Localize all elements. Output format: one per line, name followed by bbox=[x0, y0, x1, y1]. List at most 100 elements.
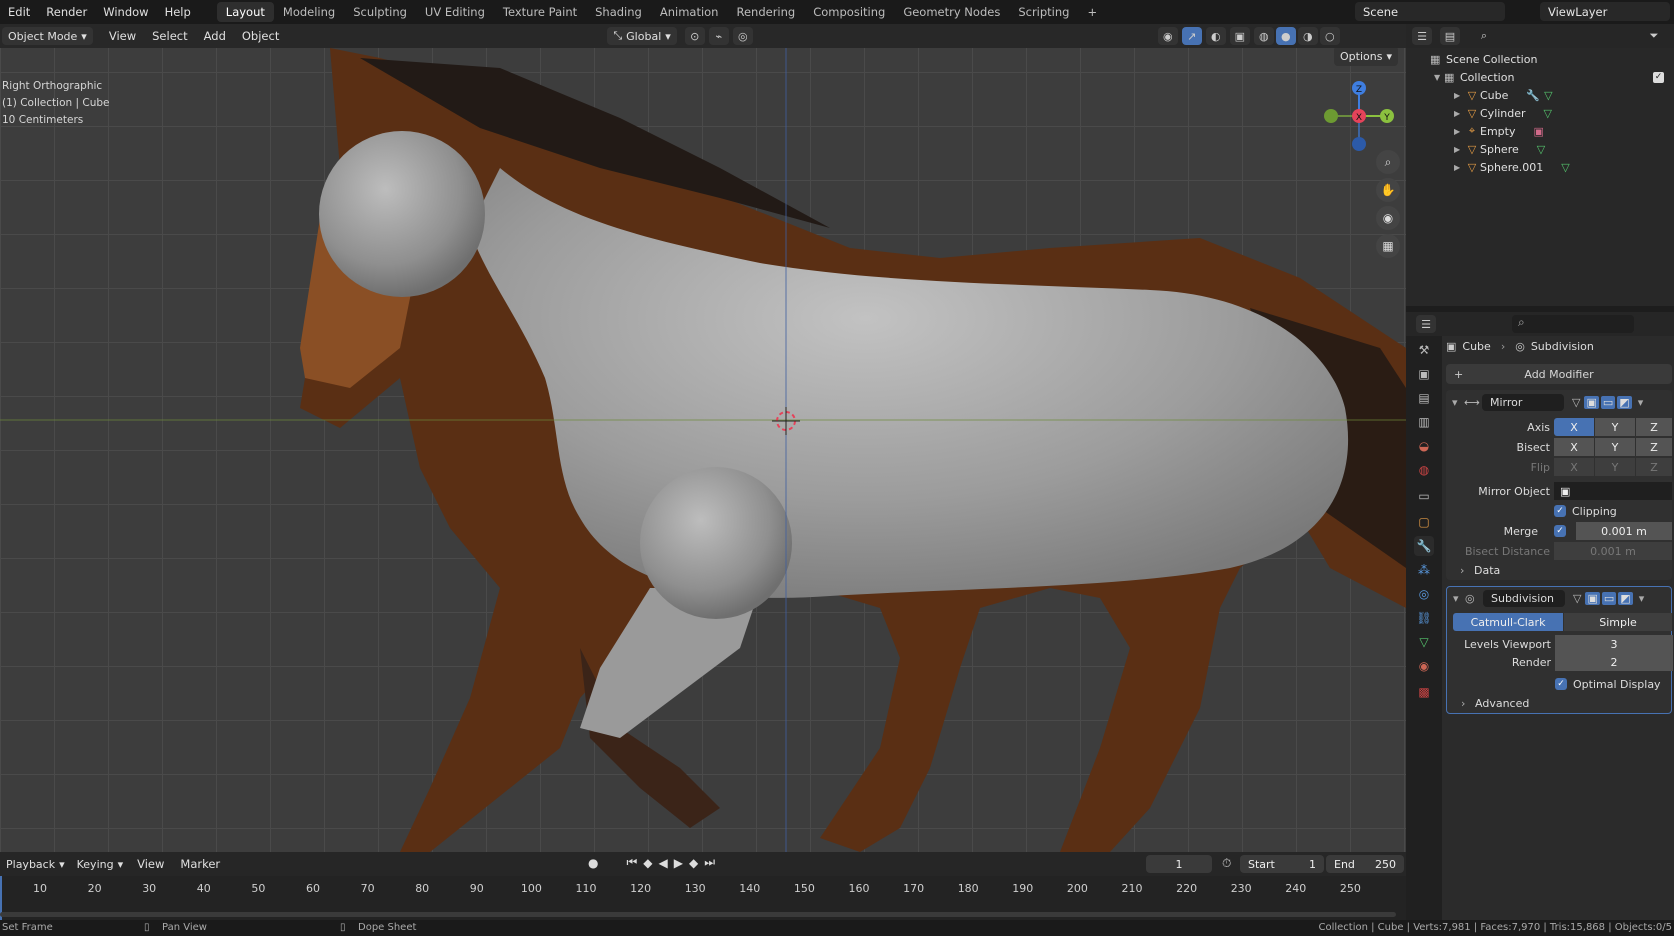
view-layer-selector[interactable]: ViewLayer bbox=[1540, 2, 1670, 21]
dropdown-icon[interactable]: ▾ bbox=[1638, 396, 1644, 409]
expand-icon[interactable]: ▶ bbox=[1454, 163, 1464, 172]
pivot-icon[interactable]: ⊙ bbox=[684, 27, 705, 45]
chevron-down-icon[interactable]: ▾ bbox=[1452, 396, 1464, 409]
menu-help[interactable]: Help bbox=[157, 5, 199, 19]
subdivision-name-field[interactable]: Subdivision bbox=[1483, 589, 1565, 607]
snap-icon[interactable]: ⌁ bbox=[708, 27, 729, 45]
mirror-name-field[interactable]: Mirror bbox=[1482, 393, 1564, 411]
outliner-item-sphere-001[interactable]: ▶ ▽ Sphere.001 ▽ bbox=[1454, 158, 1570, 176]
flip-z-toggle[interactable]: Z bbox=[1636, 458, 1672, 476]
grid-view-icon[interactable]: ▦ bbox=[1376, 234, 1400, 258]
checkbox-icon[interactable]: ✓ bbox=[1653, 71, 1664, 83]
timeline-view-menu[interactable]: View bbox=[129, 857, 172, 871]
tab-animation[interactable]: Animation bbox=[651, 2, 728, 22]
outliner-item-sphere[interactable]: ▶ ▽ Sphere ▽ bbox=[1454, 140, 1545, 158]
material-tab-icon[interactable]: ◉ bbox=[1414, 656, 1434, 676]
menu-edit[interactable]: Edit bbox=[0, 5, 38, 19]
dropdown-icon[interactable]: ▾ bbox=[1639, 592, 1645, 605]
menu-add[interactable]: Add bbox=[196, 29, 234, 43]
physics-tab-icon[interactable]: ◎ bbox=[1414, 584, 1434, 604]
bisect-distance-field[interactable]: 0.001 m bbox=[1554, 542, 1672, 560]
next-keyframe-icon[interactable]: ◆ bbox=[689, 856, 698, 870]
checkbox-icon[interactable]: ✓ bbox=[1554, 505, 1566, 517]
scene-selector[interactable]: Scene bbox=[1355, 2, 1505, 21]
playback-menu[interactable]: Playback ▾ bbox=[0, 855, 71, 873]
editor-type-icon[interactable]: ☰ bbox=[1412, 27, 1432, 45]
render-display-icon[interactable]: ◩ bbox=[1618, 591, 1633, 605]
view-layer-tab-icon[interactable]: ▥ bbox=[1414, 412, 1434, 432]
outliner-item-cylinder[interactable]: ▶ ▽ Cylinder ▽ bbox=[1454, 104, 1552, 122]
tab-modeling[interactable]: Modeling bbox=[274, 2, 344, 22]
mode-dropdown[interactable]: Object Mode ▾ bbox=[2, 27, 93, 45]
bisect-y-toggle[interactable]: Y bbox=[1595, 438, 1635, 456]
record-icon[interactable]: ● bbox=[588, 856, 598, 870]
tool-tab-icon[interactable]: ⚒ bbox=[1414, 340, 1434, 360]
keying-menu[interactable]: Keying ▾ bbox=[71, 855, 129, 873]
pan-hand-icon[interactable]: ✋ bbox=[1376, 178, 1400, 202]
axis-z-toggle[interactable]: Z bbox=[1636, 418, 1672, 436]
bisect-x-toggle[interactable]: X bbox=[1554, 438, 1594, 456]
on-cage-icon[interactable]: ▣ bbox=[1584, 395, 1599, 409]
axis-y-toggle[interactable]: Y bbox=[1595, 418, 1635, 436]
advanced-subpanel-toggle[interactable]: › Advanced bbox=[1461, 695, 1529, 711]
menu-select[interactable]: Select bbox=[144, 29, 195, 43]
solid-shading-icon[interactable]: ● bbox=[1275, 27, 1296, 45]
menu-render[interactable]: Render bbox=[38, 5, 95, 19]
add-workspace-button[interactable]: + bbox=[1078, 2, 1106, 22]
flip-y-toggle[interactable]: Y bbox=[1595, 458, 1635, 476]
tab-uv-editing[interactable]: UV Editing bbox=[416, 2, 494, 22]
output-tab-icon[interactable]: ▤ bbox=[1414, 388, 1434, 408]
tab-texture-paint[interactable]: Texture Paint bbox=[494, 2, 586, 22]
zoom-icon[interactable]: ⌕ bbox=[1376, 150, 1400, 174]
bisect-z-toggle[interactable]: Z bbox=[1636, 438, 1672, 456]
clipping-checkbox[interactable]: ✓ Clipping bbox=[1554, 502, 1617, 520]
material-shading-icon[interactable]: ◑ bbox=[1297, 27, 1318, 45]
world-tab-icon[interactable]: ◍ bbox=[1414, 460, 1434, 480]
data-subpanel-toggle[interactable]: › Data bbox=[1460, 562, 1500, 578]
collection-tab-icon[interactable]: ▭ bbox=[1414, 486, 1434, 506]
outliner-item-cube[interactable]: ▶ ▽ Cube 🔧 ▽ bbox=[1454, 86, 1553, 104]
menu-object[interactable]: Object bbox=[234, 29, 287, 43]
edit-mode-icon[interactable]: ▽ bbox=[1572, 396, 1580, 409]
tab-shading[interactable]: Shading bbox=[586, 2, 651, 22]
tab-rendering[interactable]: Rendering bbox=[727, 2, 804, 22]
menu-window[interactable]: Window bbox=[95, 5, 156, 19]
merge-distance-field[interactable]: 0.001 m bbox=[1576, 522, 1672, 540]
levels-viewport-field[interactable]: 3 bbox=[1555, 635, 1673, 653]
play-icon[interactable]: ▶ bbox=[674, 856, 683, 870]
filter-icon[interactable]: ⏷ bbox=[1644, 27, 1664, 45]
end-frame-field[interactable]: End 250 bbox=[1326, 855, 1404, 873]
checkbox-icon[interactable]: ✓ bbox=[1555, 678, 1567, 690]
expand-icon[interactable]: ▶ bbox=[1454, 91, 1464, 100]
timeline-scrollbar[interactable] bbox=[0, 912, 1396, 917]
tab-geometry-nodes[interactable]: Geometry Nodes bbox=[894, 2, 1009, 22]
outliner-item-empty[interactable]: ▶ ⌖ Empty ▣ bbox=[1454, 122, 1544, 140]
scene-tab-icon[interactable]: ◒ bbox=[1414, 436, 1434, 456]
catmull-clark-toggle[interactable]: Catmull-Clark bbox=[1453, 613, 1563, 631]
subdivision-header[interactable]: ▾ ◎ Subdivision ▽ ▣ ▭ ◩ ▾ bbox=[1453, 589, 1644, 607]
chevron-down-icon[interactable]: ▾ bbox=[1453, 592, 1465, 605]
modifier-tab-icon[interactable]: 🔧 bbox=[1414, 536, 1434, 556]
tab-sculpting[interactable]: Sculpting bbox=[344, 2, 416, 22]
tab-layout[interactable]: Layout bbox=[216, 2, 274, 22]
rendered-shading-icon[interactable]: ○ bbox=[1319, 27, 1340, 45]
gizmo-toggle-icon[interactable]: ↗ bbox=[1181, 27, 1202, 45]
orientation-dropdown[interactable]: ⤡ Global ▾ bbox=[607, 27, 677, 45]
wireframe-shading-icon[interactable]: ◍ bbox=[1253, 27, 1274, 45]
mirror-object-field[interactable]: ▣ bbox=[1554, 482, 1672, 500]
merge-checkbox[interactable]: ✓ bbox=[1554, 522, 1572, 540]
proportional-edit-icon[interactable]: ◎ bbox=[732, 27, 753, 45]
axis-x-toggle[interactable]: X bbox=[1554, 418, 1594, 436]
data-tab-icon[interactable]: ▽ bbox=[1414, 632, 1434, 652]
timeline-marker-menu[interactable]: Marker bbox=[172, 857, 228, 871]
tab-compositing[interactable]: Compositing bbox=[804, 2, 894, 22]
stopwatch-icon[interactable]: ⏱ bbox=[1222, 856, 1231, 871]
visibility-icon[interactable]: ◉ bbox=[1157, 27, 1178, 45]
navigation-gizmo[interactable]: Z X Y bbox=[1324, 81, 1394, 151]
camera-icon[interactable]: ◉ bbox=[1376, 206, 1400, 230]
display-mode-icon[interactable]: ▤ bbox=[1440, 27, 1460, 45]
viewport-display-icon[interactable]: ▭ bbox=[1601, 591, 1617, 605]
render-tab-icon[interactable]: ▣ bbox=[1414, 364, 1434, 384]
timeline-track[interactable]: 10 20 30 40 50 60 70 80 90 100 110 120 130 140 150 160 1… bbox=[0, 876, 1406, 920]
current-frame-field[interactable]: 1 bbox=[1146, 855, 1212, 873]
